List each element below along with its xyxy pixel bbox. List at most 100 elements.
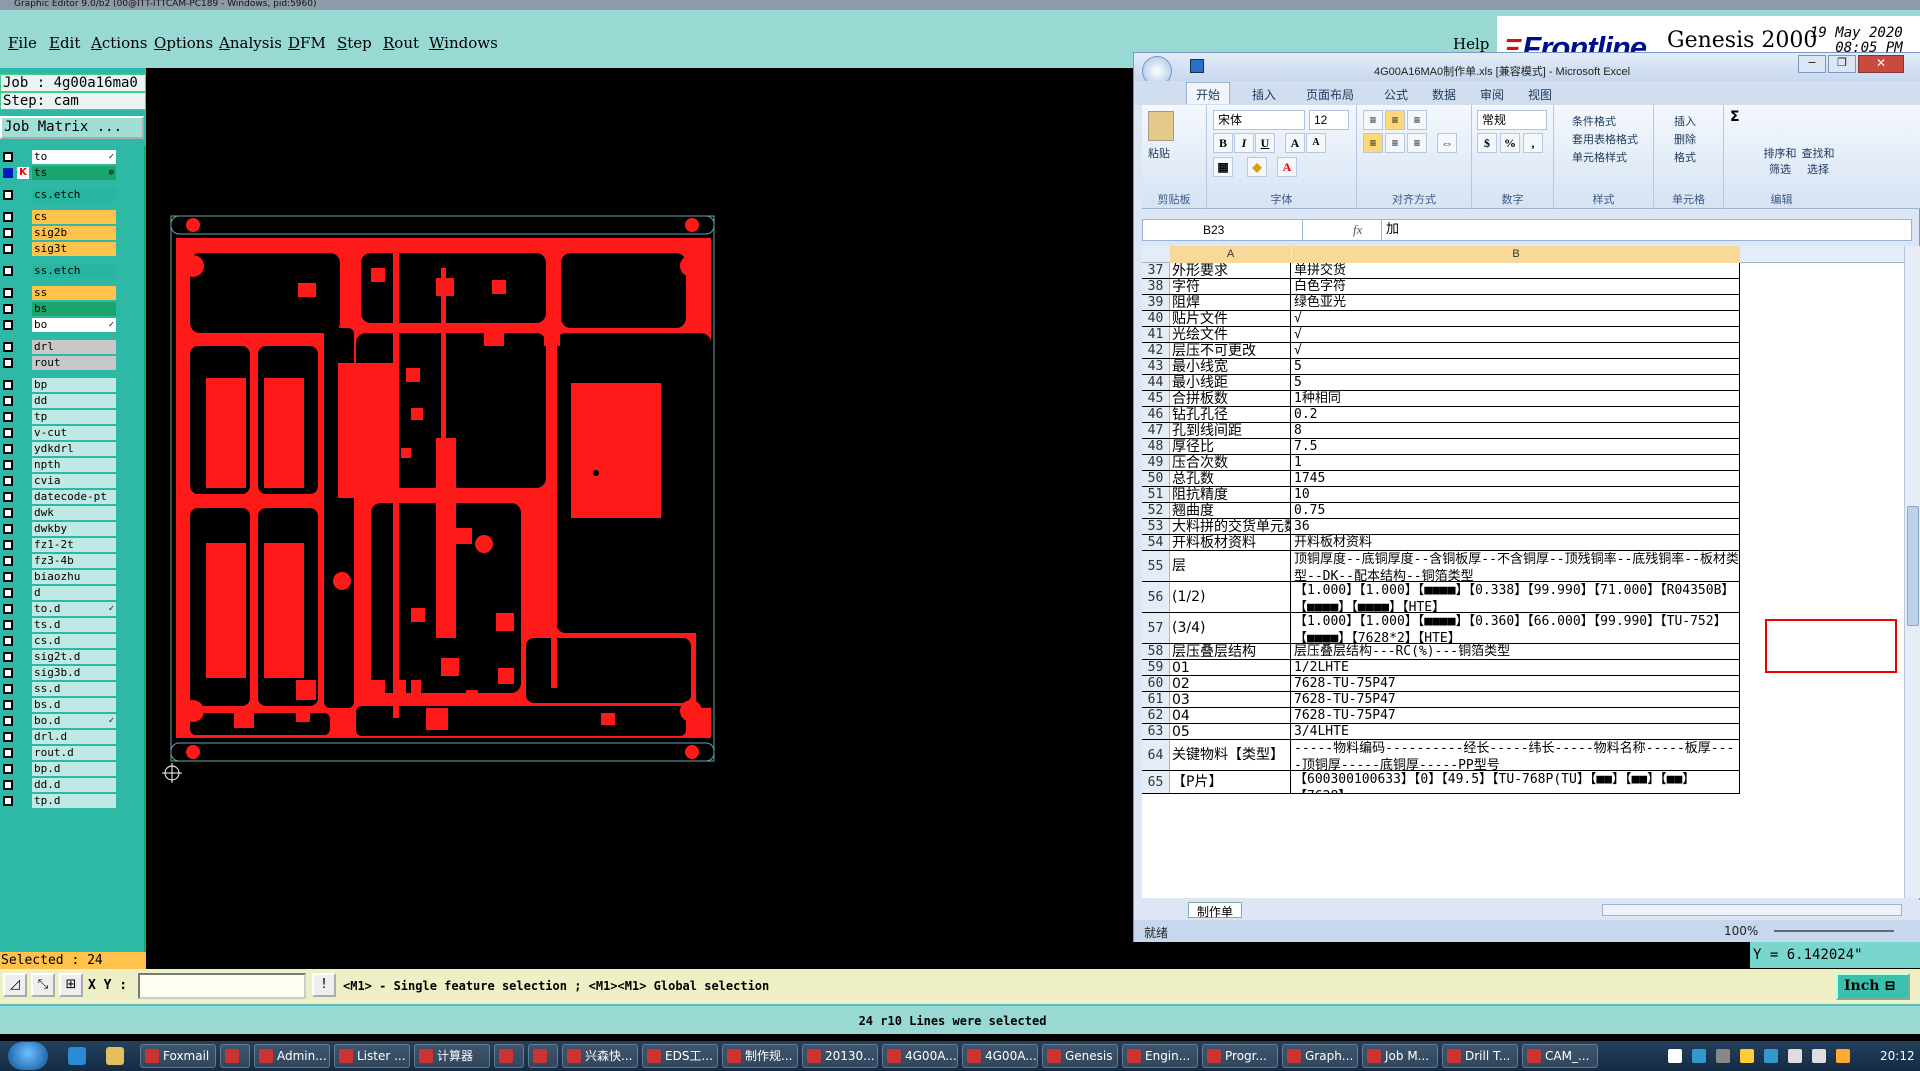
taskbar-item[interactable]: 4G00A...: [882, 1044, 958, 1068]
layer-row[interactable]: to ✓: [0, 150, 118, 164]
taskbar-item[interactable]: Foxmail: [140, 1044, 216, 1068]
row-number[interactable]: 58: [1142, 644, 1170, 659]
tray-app-icon[interactable]: [1836, 1049, 1850, 1063]
row-number[interactable]: 38: [1142, 279, 1170, 294]
cell-b[interactable]: 0.2: [1292, 407, 1740, 422]
table-row[interactable]: 63 05 3/4LHTE: [1142, 724, 1740, 740]
taskbar-item[interactable]: [494, 1044, 524, 1068]
layer-checkbox[interactable]: [3, 780, 13, 790]
layer-name[interactable]: datecode-pt: [32, 490, 116, 504]
cell-a[interactable]: 厚径比: [1170, 439, 1291, 454]
row-number[interactable]: 37: [1142, 263, 1170, 278]
tray-arrow-icon[interactable]: [1716, 1049, 1730, 1063]
cell-a[interactable]: 贴片文件: [1170, 311, 1291, 326]
menu-dfm[interactable]: DFM: [288, 34, 326, 52]
layer-checkbox[interactable]: [3, 556, 13, 566]
vertical-scrollbar[interactable]: [1904, 246, 1920, 898]
menu-help[interactable]: Help: [1453, 35, 1489, 53]
layer-row[interactable]: dd.d: [0, 778, 118, 792]
minimize-icon[interactable]: −: [1798, 55, 1826, 73]
name-box[interactable]: B23: [1143, 220, 1303, 240]
start-button-icon[interactable]: [8, 1042, 48, 1070]
sum-icon[interactable]: Σ: [1730, 109, 1740, 125]
align-right-icon[interactable]: ≡: [1407, 133, 1427, 153]
tray-flag-icon[interactable]: [1812, 1049, 1826, 1063]
cell-b[interactable]: 7628-TU-75P47: [1292, 692, 1740, 707]
layer-name[interactable]: fz3-4b: [32, 554, 116, 568]
table-row[interactable]: 62 04 7628-TU-75P47: [1142, 708, 1740, 724]
taskbar-item[interactable]: 兴森快...: [562, 1044, 638, 1068]
cell-a[interactable]: 层压叠层结构: [1170, 644, 1291, 659]
layer-row[interactable]: sig2b: [0, 226, 118, 240]
layer-checkbox[interactable]: [3, 716, 13, 726]
layer-name[interactable]: biaozhu: [32, 570, 116, 584]
row-number[interactable]: 42: [1142, 343, 1170, 358]
italic-button[interactable]: I: [1234, 133, 1254, 153]
cell-b[interactable]: 8: [1292, 423, 1740, 438]
layer-name[interactable]: drl.d: [32, 730, 116, 744]
grid-tool-icon[interactable]: ⊞: [59, 973, 83, 997]
table-row[interactable]: 41 光绘文件 √: [1142, 327, 1740, 343]
scroll-thumb[interactable]: [1907, 506, 1919, 626]
cell-b[interactable]: 10: [1292, 487, 1740, 502]
cell-a[interactable]: 孔到线间距: [1170, 423, 1291, 438]
align-left-icon[interactable]: ≡: [1363, 133, 1383, 153]
layer-row[interactable]: sig3b.d: [0, 666, 118, 680]
cell-a[interactable]: 翘曲度: [1170, 503, 1291, 518]
delete-button[interactable]: 删除: [1674, 131, 1696, 147]
layer-row[interactable]: ss.etch: [0, 264, 118, 278]
table-row[interactable]: 47 孔到线间距 8: [1142, 423, 1740, 439]
align-bottom-icon[interactable]: ≡: [1407, 110, 1427, 130]
layer-row[interactable]: tp.d: [0, 794, 118, 808]
layer-checkbox[interactable]: [3, 508, 13, 518]
restore-icon[interactable]: ❐: [1828, 55, 1856, 73]
layer-checkbox[interactable]: [3, 168, 13, 178]
taskbar-item[interactable]: Progr...: [1202, 1044, 1278, 1068]
save-icon[interactable]: [1190, 59, 1204, 73]
shrink-font-button[interactable]: A: [1306, 133, 1326, 153]
cell-b[interactable]: 1745: [1292, 471, 1740, 486]
layer-name[interactable]: dwkby: [32, 522, 116, 536]
cell-a[interactable]: 最小线宽: [1170, 359, 1291, 374]
table-row[interactable]: 52 翘曲度 0.75: [1142, 503, 1740, 519]
table-row[interactable]: 39 阻焊 绿色亚光: [1142, 295, 1740, 311]
conditional-format-button[interactable]: 条件格式: [1572, 113, 1616, 129]
layer-row[interactable]: rout: [0, 356, 118, 370]
layer-name[interactable]: to.d ✓: [32, 602, 116, 616]
cell-a[interactable]: 05: [1170, 724, 1291, 739]
layer-row[interactable]: tp: [0, 410, 118, 424]
row-number[interactable]: 62: [1142, 708, 1170, 723]
taskbar-item[interactable]: Engin...: [1122, 1044, 1198, 1068]
cell-a[interactable]: 【P片】: [1170, 771, 1291, 793]
cell-b[interactable]: 7628-TU-75P47: [1292, 676, 1740, 691]
table-row[interactable]: 64 关键物料【类型】 -----物料编码----------经长-----纬长--…: [1142, 740, 1740, 771]
table-row[interactable]: 38 字符 白色字符: [1142, 279, 1740, 295]
cell-b[interactable]: 7.5: [1292, 439, 1740, 454]
layer-row[interactable]: ts.d: [0, 618, 118, 632]
row-number[interactable]: 56: [1142, 582, 1170, 612]
layer-name[interactable]: npth: [32, 458, 116, 472]
row-number[interactable]: 65: [1142, 771, 1170, 793]
row-number[interactable]: 40: [1142, 311, 1170, 326]
taskbar-item[interactable]: Genesis: [1042, 1044, 1118, 1068]
layer-row[interactable]: bo ✓: [0, 318, 118, 332]
cell-a[interactable]: 03: [1170, 692, 1291, 707]
menu-file[interactable]: File: [8, 34, 37, 52]
formula-input[interactable]: 加: [1381, 220, 1901, 240]
row-number[interactable]: 61: [1142, 692, 1170, 707]
cell-b[interactable]: 36: [1292, 519, 1740, 534]
row-number[interactable]: 45: [1142, 391, 1170, 406]
layer-checkbox[interactable]: [3, 668, 13, 678]
sheet-tab[interactable]: 制作单: [1188, 902, 1243, 919]
table-row[interactable]: 46 钻孔孔径 0.2: [1142, 407, 1740, 423]
cell-a[interactable]: 字符: [1170, 279, 1291, 294]
layer-checkbox[interactable]: [3, 732, 13, 742]
menu-options[interactable]: Options: [154, 34, 213, 52]
table-row[interactable]: 59 01 1/2LHTE: [1142, 660, 1740, 676]
table-row[interactable]: 43 最小线宽 5: [1142, 359, 1740, 375]
number-format-combo[interactable]: 常规: [1477, 110, 1547, 130]
cell-b[interactable]: 0.75: [1292, 503, 1740, 518]
layer-row[interactable]: datecode-pt: [0, 490, 118, 504]
paste-label[interactable]: 粘贴: [1148, 145, 1170, 161]
layer-checkbox[interactable]: [3, 604, 13, 614]
